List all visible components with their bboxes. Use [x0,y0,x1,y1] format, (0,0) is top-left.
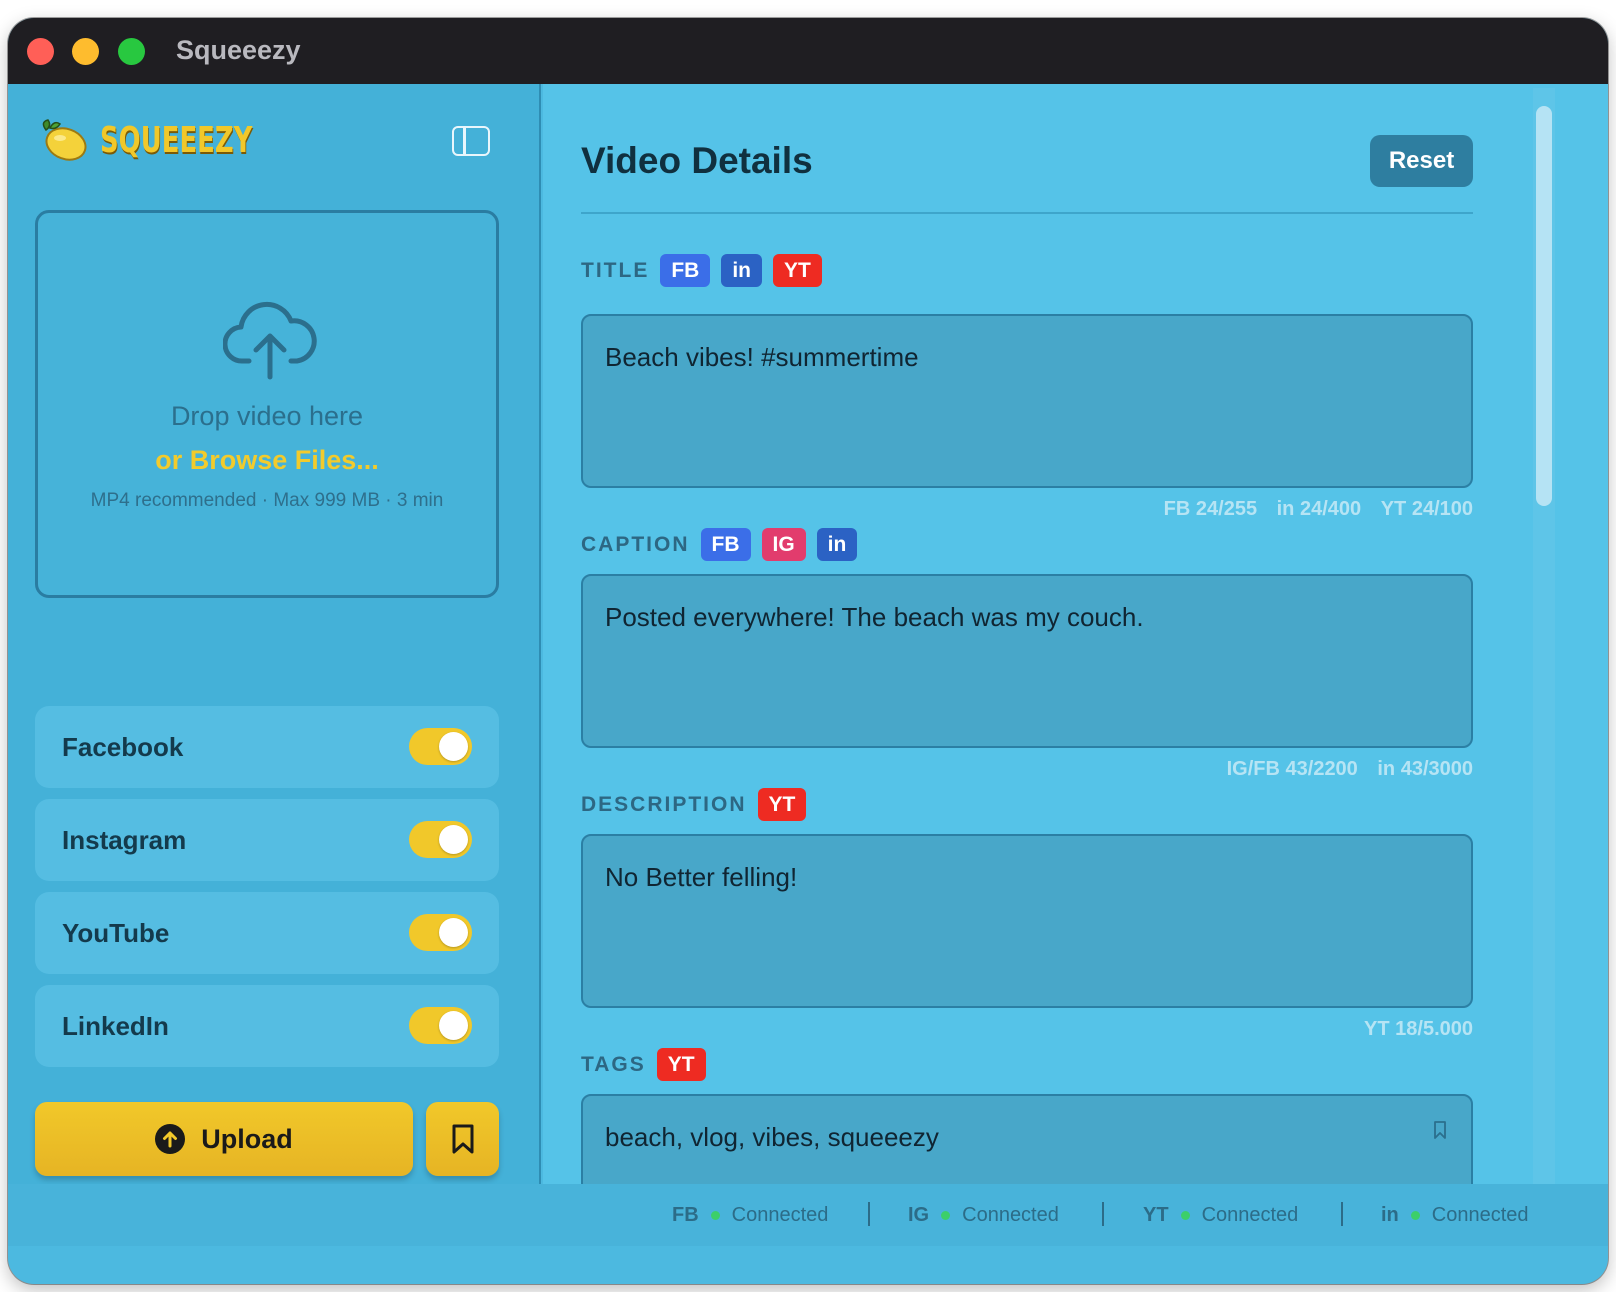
status-text: Connected [1431,1204,1529,1226]
counter-fb: FB 24/255 [1163,498,1258,520]
divider [581,212,1473,214]
description-value: No Better felling! [605,862,798,892]
reset-button[interactable]: Reset [1370,135,1473,187]
browse-files-link[interactable]: or Browse Files... [38,445,496,476]
connected-dot-icon [1410,1211,1420,1220]
status-youtube: YT Connected [1143,1204,1298,1227]
counter-igfb: IG/FB 43/2200 [1226,758,1358,780]
connected-dot-icon [710,1211,720,1220]
app-window: Squeeezy SQUEEEZY Drop video here or Bro… [8,18,1608,1284]
page-title: Video Details [581,140,813,181]
linkedin-badge: in [816,528,858,561]
upload-label: Upload [201,1123,293,1154]
window-title: Squeeezy [176,35,301,65]
minimize-window-button[interactable] [72,38,99,65]
connected-dot-icon [941,1211,951,1220]
bookmark-icon [452,1124,474,1154]
status-separator [868,1202,870,1226]
title-field-label: TITLE FB in YT [581,254,822,287]
caption-label-text: CAPTION [581,532,690,556]
platform-label: LinkedIn [62,1011,169,1041]
platform-label: Instagram [62,825,187,855]
title-value: Beach vibes! #summertime [605,342,919,372]
instagram-badge: IG [761,528,806,561]
linkedin-badge: in [721,254,762,287]
caption-char-counter: IG/FB 43/2200 in 43/3000 [1213,758,1473,781]
status-text: Connected [1201,1204,1299,1226]
caption-field-label: CAPTION FB IG in [581,528,858,561]
status-abbr: FB [672,1204,699,1226]
counter-yt: YT 24/100 [1380,498,1473,520]
description-field-label: DESCRIPTION YT [581,788,807,821]
description-label-text: DESCRIPTION [581,792,747,816]
arrow-up-circle-icon [155,1124,186,1154]
platform-row-instagram: Instagram [35,799,499,881]
title-char-counter: FB 24/255 in 24/400 YT 24/100 [1150,498,1473,521]
tags-value: beach, vlog, vibes, squeeezy [605,1122,939,1152]
sidebar-toggle-icon[interactable] [452,126,490,156]
youtube-toggle[interactable] [409,914,472,951]
bookmark-icon[interactable] [1433,1120,1447,1140]
counter-yt: YT 18/5.000 [1364,1018,1473,1040]
tags-label-text: TAGS [581,1052,646,1076]
save-draft-button[interactable] [426,1102,499,1176]
title-input[interactable]: Beach vibes! #summertime [581,314,1473,488]
platform-row-linkedin: LinkedIn [35,985,499,1067]
status-bar: FB Connected IG Connected YT Connected i… [8,1184,1608,1246]
description-char-counter: YT 18/5.000 [1350,1018,1473,1041]
caption-value: Posted everywhere! The beach was my couc… [605,602,1144,632]
lemon-icon [42,119,87,161]
status-facebook: FB Connected [672,1204,828,1227]
caption-input[interactable]: Posted everywhere! The beach was my couc… [581,574,1473,748]
connected-dot-icon [1180,1211,1190,1220]
status-abbr: IG [908,1204,930,1226]
status-separator [1341,1202,1343,1226]
scrollbar-thumb[interactable] [1536,106,1552,506]
video-details-panel: Video Details Reset TITLE FB in YT Beach… [543,84,1608,1224]
title-label-text: TITLE [581,258,650,282]
close-window-button[interactable] [27,38,54,65]
zoom-window-button[interactable] [118,38,145,65]
dropzone-title: Drop video here [170,401,364,431]
youtube-badge: YT [757,788,807,821]
dropzone-hint: MP4 recommended · Max 999 MB · 3 min [90,490,444,511]
status-abbr: YT [1143,1204,1169,1226]
title-bar: Squeeezy [8,18,1608,84]
status-linkedin: in Connected [1381,1204,1529,1227]
platform-label: Facebook [62,732,184,762]
linkedin-toggle[interactable] [409,1007,472,1044]
status-text: Connected [731,1204,829,1226]
tags-field-label: TAGS YT [581,1048,706,1081]
status-instagram: IG Connected [908,1204,1059,1227]
counter-in: in 43/3000 [1377,758,1473,780]
status-abbr: in [1381,1204,1399,1226]
logo-text: SQUEEEZY [100,119,253,161]
platform-row-facebook: Facebook [35,706,499,788]
platform-label: YouTube [62,918,170,948]
cloud-upload-icon [223,301,317,380]
status-text: Connected [962,1204,1059,1226]
upload-button[interactable]: Upload [35,1102,413,1176]
app-logo: SQUEEEZY [36,116,312,164]
facebook-toggle[interactable] [409,728,472,765]
video-dropzone[interactable]: Drop video here or Browse Files... MP4 r… [35,210,499,598]
status-separator [1102,1202,1104,1226]
youtube-badge: YT [656,1048,706,1081]
description-input[interactable]: No Better felling! [581,834,1473,1008]
facebook-badge: FB [660,254,711,287]
platform-row-youtube: YouTube [35,892,499,974]
instagram-toggle[interactable] [409,821,472,858]
sidebar: SQUEEEZY Drop video here or Browse Files… [8,84,541,1224]
youtube-badge: YT [773,254,822,287]
facebook-badge: FB [700,528,751,561]
counter-in: in 24/400 [1276,498,1362,520]
